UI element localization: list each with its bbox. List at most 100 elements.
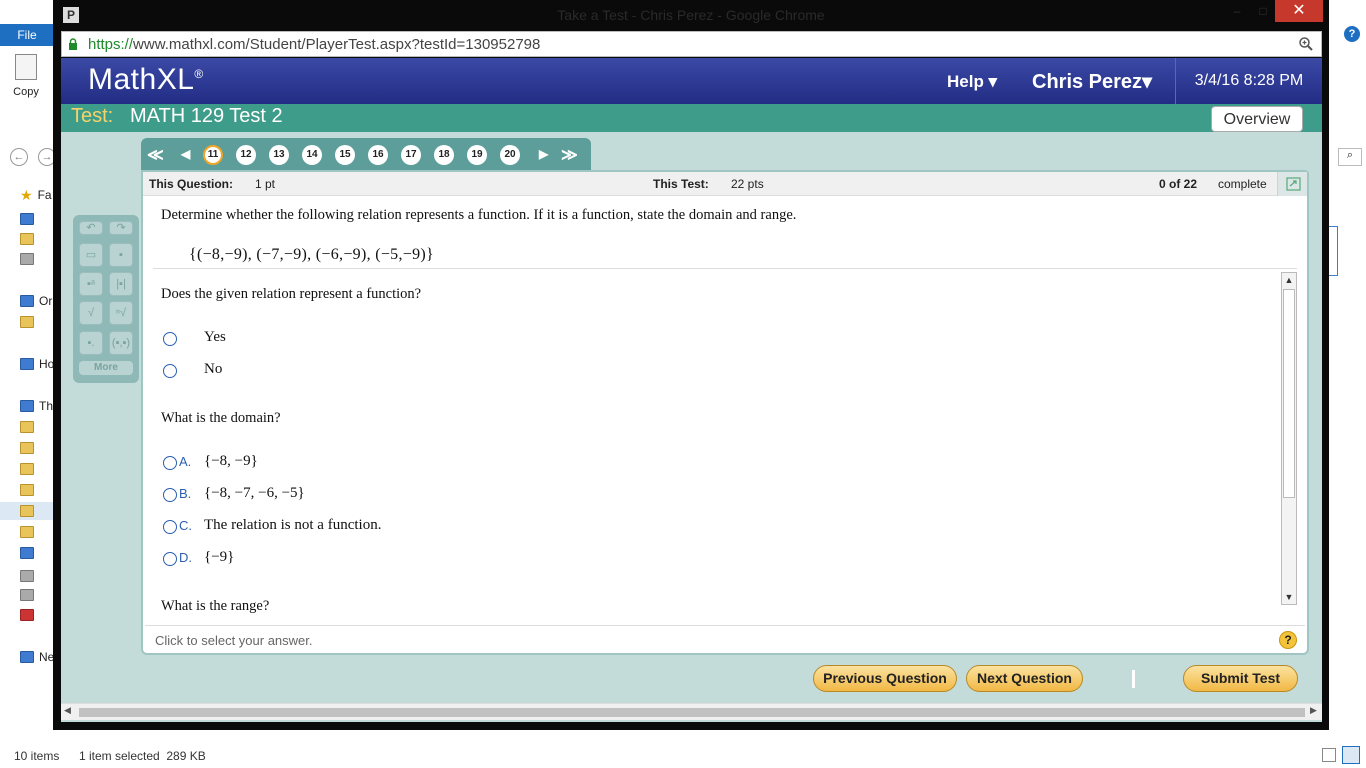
next-question-button[interactable]: Next Question	[966, 665, 1083, 692]
option-a-text[interactable]: {−8, −9}	[204, 453, 258, 470]
tree-item-network[interactable]: Ne	[20, 648, 54, 666]
pc-icon	[20, 400, 34, 412]
tree-item[interactable]	[20, 606, 34, 624]
datetime: 3/4/16 8:28 PM	[1175, 58, 1322, 104]
scroll-right-icon[interactable]: ▶	[1310, 705, 1317, 716]
test-name: MATH 129 Test 2	[130, 105, 283, 127]
ordered-pair-icon[interactable]: (▪,▪)	[109, 331, 133, 355]
tree-item[interactable]	[20, 586, 34, 604]
next-question-icon[interactable]: ▶	[539, 147, 548, 161]
expand-icon[interactable]	[1277, 172, 1307, 196]
redo-icon[interactable]: ↷	[109, 221, 133, 235]
help-circle-icon[interactable]: ?	[1344, 26, 1360, 42]
tree-item[interactable]	[20, 544, 34, 562]
scrollbar-thumb[interactable]	[1283, 289, 1295, 498]
part2-question: What is the domain?	[161, 410, 281, 426]
option-d-letter[interactable]: D.	[179, 550, 192, 565]
horizontal-scroll-thumb[interactable]	[79, 708, 1305, 717]
tree-item[interactable]	[20, 250, 34, 268]
nth-root-icon[interactable]: ⁿ√	[109, 301, 133, 325]
tree-item-this-pc[interactable]: Th	[20, 397, 53, 415]
file-tab[interactable]: File	[0, 24, 54, 46]
horizontal-scrollbar[interactable]: ◀ ▶	[61, 703, 1322, 720]
question-number[interactable]: 13	[269, 145, 289, 165]
scroll-down-icon[interactable]: ▼	[1282, 590, 1296, 604]
undo-icon[interactable]: ↶	[79, 221, 103, 235]
fraction-icon[interactable]: ▭	[79, 243, 103, 267]
option-c-letter[interactable]: C.	[179, 518, 192, 533]
last-question-icon[interactable]: ≫	[561, 145, 578, 165]
minimize-icon[interactable]: –	[1227, 4, 1247, 18]
question-navigator: ≪ ◀ 11 12 13 14 15 16 17 18 19 20 ▶ ≫	[141, 138, 591, 170]
test-label: Test:	[71, 105, 114, 127]
radio-option-b[interactable]	[163, 488, 177, 502]
address-bar[interactable]: https://www.mathxl.com/Student/PlayerTes…	[61, 31, 1322, 57]
more-button[interactable]: More	[79, 361, 133, 375]
tree-item[interactable]	[20, 313, 34, 331]
question-number[interactable]: 20	[500, 145, 520, 165]
question-number[interactable]: 14	[302, 145, 322, 165]
previous-question-button[interactable]: Previous Question	[813, 665, 957, 692]
help-menu[interactable]: Help ▾	[947, 72, 997, 92]
copy-button[interactable]: Copy	[6, 51, 46, 104]
question-number[interactable]: 17	[401, 145, 421, 165]
exponent-icon[interactable]: ▪ᵃ	[79, 272, 103, 296]
scroll-up-icon[interactable]: ▲	[1282, 273, 1296, 287]
tree-item[interactable]	[20, 523, 34, 541]
tree-item-favorites[interactable]: ★ Fa	[20, 186, 52, 204]
previous-question-icon[interactable]: ◀	[181, 147, 190, 161]
search-icon[interactable]: ⌕	[1338, 148, 1362, 166]
radio-option-a[interactable]	[163, 456, 177, 470]
maximize-icon[interactable]: □	[1253, 4, 1273, 18]
scroll-left-icon[interactable]: ◀	[64, 705, 71, 716]
option-c-text[interactable]: The relation is not a function.	[204, 517, 381, 534]
large-icons-view-icon[interactable]	[1342, 746, 1360, 764]
tree-item[interactable]	[20, 439, 34, 457]
question-number[interactable]: 18	[434, 145, 454, 165]
lock-icon	[69, 38, 77, 50]
tree-item[interactable]	[20, 418, 34, 436]
first-question-icon[interactable]: ≪	[147, 145, 164, 165]
question-prompt: Determine whether the following relation…	[161, 207, 797, 223]
radio-no[interactable]	[163, 364, 177, 378]
details-view-icon[interactable]	[1322, 748, 1336, 762]
question-number[interactable]: 12	[236, 145, 256, 165]
submit-test-button[interactable]: Submit Test	[1183, 665, 1298, 692]
option-b-text[interactable]: {−8, −7, −6, −5}	[204, 485, 305, 502]
tree-item[interactable]	[20, 481, 34, 499]
decimal-icon[interactable]: ▪.	[79, 331, 103, 355]
tree-item[interactable]	[20, 567, 34, 585]
option-b-letter[interactable]: B.	[179, 486, 191, 501]
zoom-icon[interactable]	[1298, 36, 1314, 52]
close-icon[interactable]: ✕	[1275, 0, 1323, 22]
status-selection: 1 item selected 289 KB	[79, 749, 206, 763]
answer-scroll-area[interactable]: Does the given relation represent a func…	[153, 272, 1271, 628]
back-icon[interactable]: ←	[10, 148, 28, 166]
tree-item-homegroup[interactable]: Ho	[20, 355, 54, 373]
no-label[interactable]: No	[204, 361, 222, 378]
yes-label[interactable]: Yes	[204, 329, 226, 346]
mixed-number-icon[interactable]: ▪	[109, 243, 133, 267]
absolute-value-icon[interactable]: |▪|	[109, 272, 133, 296]
question-panel: This Question: 1 pt This Test: 22 pts 0 …	[141, 170, 1309, 655]
radio-yes[interactable]	[163, 332, 177, 346]
user-menu[interactable]: Chris Perez▾	[1032, 69, 1152, 94]
question-number[interactable]: 19	[467, 145, 487, 165]
square-root-icon[interactable]: √	[79, 301, 103, 325]
overview-button[interactable]: Overview	[1211, 106, 1303, 132]
question-number[interactable]: 16	[368, 145, 388, 165]
option-a-letter[interactable]: A.	[179, 454, 191, 469]
radio-option-d[interactable]	[163, 552, 177, 566]
question-number-current[interactable]: 11	[203, 145, 223, 165]
tree-item[interactable]	[20, 210, 34, 228]
question-number[interactable]: 15	[335, 145, 355, 165]
option-d-text[interactable]: {−9}	[204, 549, 234, 566]
tree-item-onedrive[interactable]: Or	[20, 292, 52, 310]
tree-item[interactable]	[20, 460, 34, 478]
vertical-scrollbar[interactable]: ▲ ▼	[1281, 272, 1297, 605]
tree-item[interactable]	[20, 230, 34, 248]
tree-item-selected[interactable]	[0, 502, 54, 520]
radio-option-c[interactable]	[163, 520, 177, 534]
help-icon[interactable]: ?	[1279, 631, 1297, 649]
profile-icon[interactable]: P	[63, 7, 79, 23]
